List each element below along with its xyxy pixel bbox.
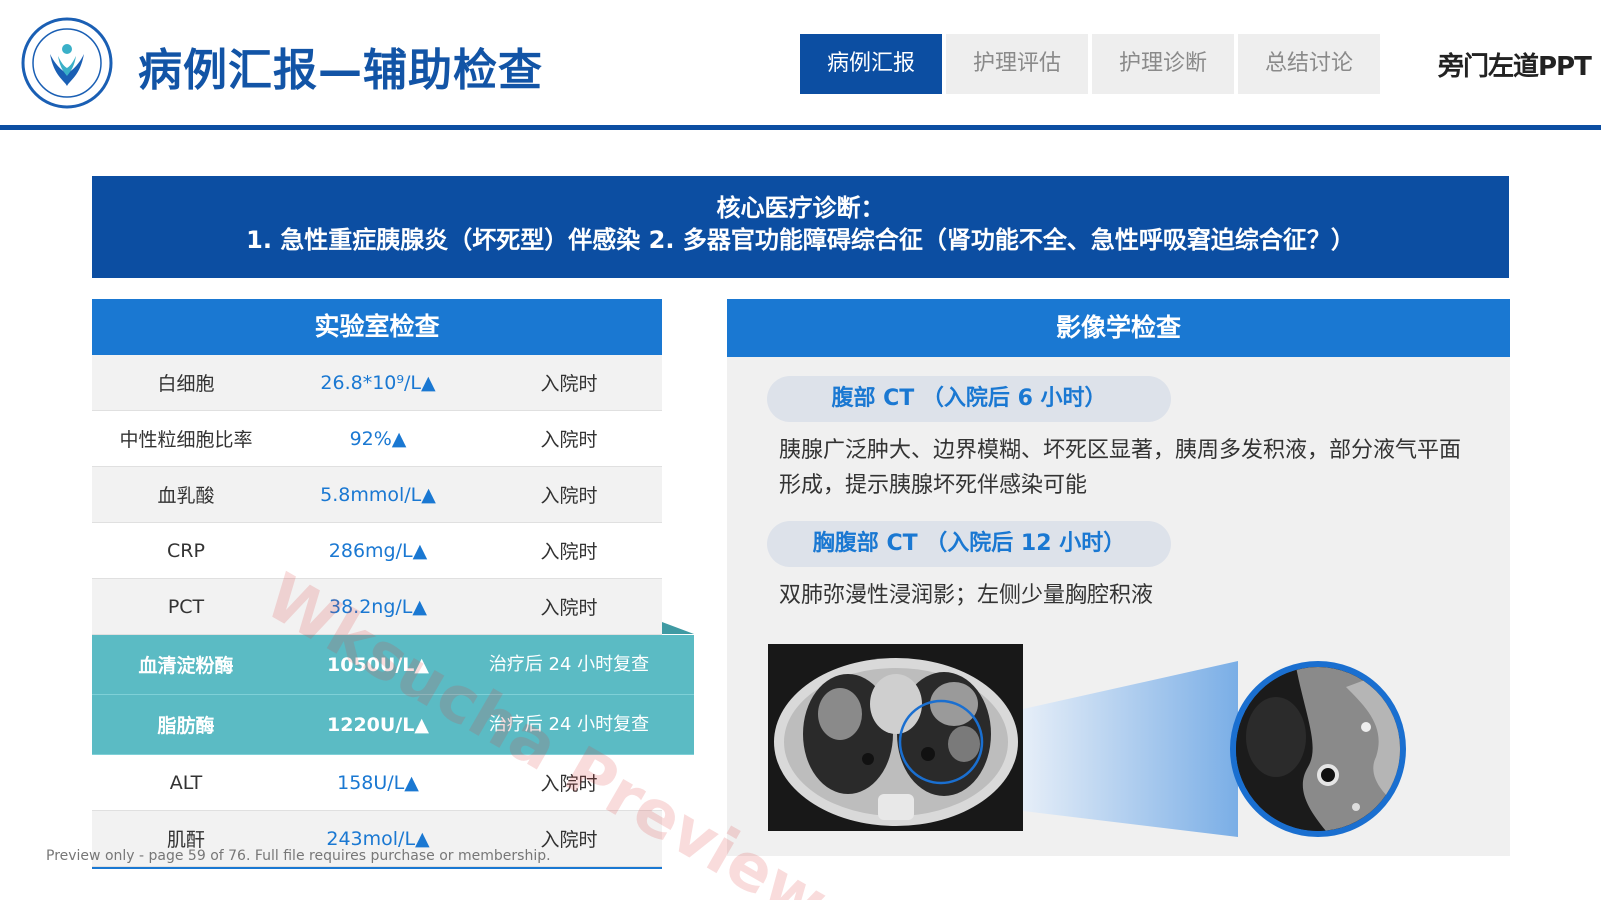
table-row: 血乳酸 5.8mmol/L▲ 入院时 [92, 467, 662, 523]
table-row: 白细胞 26.8*10⁹/L▲ 入院时 [92, 355, 662, 411]
lab-value: 26.8*10⁹/L▲ [320, 371, 436, 394]
lab-value: 1050U/L▲ [327, 653, 429, 676]
zoom-beam [1023, 661, 1238, 837]
lab-time: 入院时 [540, 485, 598, 507]
lab-time: 入院时 [540, 429, 598, 451]
lab-item: PCT [167, 595, 205, 618]
exam-finding-abdomen-ct: 胰腺广泛肿大、边界模糊、坏死区显著，胰周多发积液，部分液气平面形成，提示胰腺坏死… [779, 438, 1462, 498]
imaging-title: 影像学检查 [727, 299, 1510, 357]
lab-value: 92%▲ [349, 427, 407, 450]
table-row-highlighted: 血清淀粉酶 1050U/L▲ 治疗后 24 小时复查 [92, 635, 694, 695]
brand-logo-text: 旁门左道PPT [1438, 52, 1592, 82]
lab-item: 脂肪酶 [157, 715, 215, 737]
table-row: PCT 38.2ng/L▲ 入院时 [92, 579, 662, 635]
tab-nursing-diagnosis[interactable]: 护理诊断 [1092, 34, 1234, 94]
lab-item: 白细胞 [157, 373, 215, 395]
chest-ct-image [768, 644, 1023, 831]
lab-item: CRP [167, 539, 205, 562]
table-row: CRP 286mg/L▲ 入院时 [92, 523, 662, 579]
lab-item: ALT [169, 771, 203, 794]
lab-table: 实验室检查 白细胞 26.8*10⁹/L▲ 入院时 中性粒细胞比率 92%▲ 入… [92, 299, 694, 869]
table-row: 中性粒细胞比率 92%▲ 入院时 [92, 411, 662, 467]
section-nav: 病例汇报 护理评估 护理诊断 总结讨论 [800, 34, 1380, 94]
diagnosis-banner: 核心医疗诊断： 1. 急性重症胰腺炎（坏死型）伴感染 2. 多器官功能障碍综合征… [92, 176, 1509, 278]
diagnosis-heading: 核心医疗诊断： [716, 194, 885, 222]
lab-value: 38.2ng/L▲ [328, 595, 427, 618]
exam-label-chest-abdomen-ct: 胸腹部 CT （入院后 12 小时） [767, 521, 1171, 567]
exam-label-abdomen-ct: 腹部 CT （入院后 6 小时） [767, 376, 1171, 422]
lab-value: 243mol/L▲ [326, 827, 430, 850]
lab-item: 血清淀粉酶 [138, 655, 234, 677]
lab-value: 158U/L▲ [337, 771, 419, 794]
table-row-highlighted: 脂肪酶 1220U/L▲ 治疗后 24 小时复查 [92, 695, 694, 755]
hospital-logo [20, 16, 114, 110]
tab-case-report[interactable]: 病例汇报 [800, 34, 942, 94]
lab-time: 入院时 [540, 541, 598, 563]
header-divider [0, 125, 1601, 130]
lab-item: 血乳酸 [157, 485, 215, 507]
lab-value: 1220U/L▲ [327, 713, 429, 736]
highlight-fold-shadow [662, 622, 694, 634]
tab-nursing-assessment[interactable]: 护理评估 [946, 34, 1088, 94]
lab-table-title: 实验室检查 [92, 299, 662, 355]
lab-time: 治疗后 24 小时复查 [488, 654, 650, 675]
imaging-panel: 影像学检查 腹部 CT （入院后 6 小时） 胰腺广泛肿大、边界模糊、坏死区显著… [727, 299, 1510, 856]
table-bottom-rule [92, 867, 662, 869]
diagnosis-text: 1. 急性重症胰腺炎（坏死型）伴感染 2. 多器官功能障碍综合征（肾功能不全、急… [246, 226, 1355, 254]
tab-summary-discussion[interactable]: 总结讨论 [1238, 34, 1380, 94]
lab-value: 5.8mmol/L▲ [320, 483, 436, 506]
lab-item: 中性粒细胞比率 [119, 429, 253, 451]
page-title: 病例汇报—辅助检查 [138, 45, 543, 96]
lab-time: 入院时 [540, 597, 598, 619]
exam-finding-chest-abdomen-ct: 双肺弥漫性浸润影；左侧少量胸腔积液 [779, 583, 1154, 608]
lab-time: 入院时 [540, 373, 598, 395]
lab-time: 治疗后 24 小时复查 [488, 714, 650, 735]
ct-zoom-circle [1230, 661, 1406, 837]
lab-time: 入院时 [540, 773, 598, 795]
preview-note: Preview only - page 59 of 76. Full file … [46, 848, 551, 864]
table-row: ALT 158U/L▲ 入院时 [92, 755, 662, 811]
lab-value: 286mg/L▲ [328, 539, 428, 562]
